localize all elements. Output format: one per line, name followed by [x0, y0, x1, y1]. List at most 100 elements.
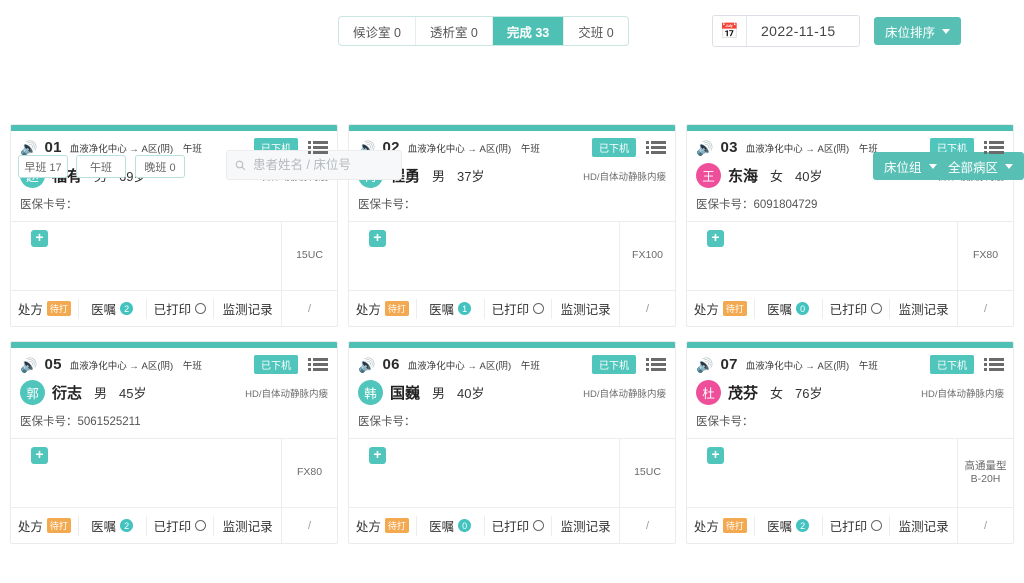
card-body: + 处方 待打 医嘱 0 已打印 监测记	[349, 438, 675, 543]
insurance-row: 医保卡号：	[349, 405, 675, 429]
patient-card[interactable]: 🔊 05 血液净化中心 → A区(阴) 午班 已下机 郭 衍志 男 45岁 HD…	[10, 341, 338, 544]
prescription-action[interactable]: 处方 待打	[11, 298, 79, 319]
monitor-record-action[interactable]: 监测记录	[552, 299, 619, 319]
insurance-row: 医保卡号：	[687, 405, 1013, 429]
insurance-row: 医保卡号：	[11, 188, 337, 212]
status-badge: 已下机	[592, 355, 636, 374]
insurance-label: 医保卡号：	[696, 416, 754, 428]
add-button[interactable]: +	[369, 447, 386, 464]
monitor-record-label: 监测记录	[560, 303, 611, 317]
status-tab-1[interactable]: 透析室 0	[416, 17, 493, 45]
prescription-status-tag: 待打	[384, 301, 409, 316]
monitor-record-action[interactable]: 监测记录	[552, 516, 619, 536]
printed-action[interactable]: 已打印	[147, 515, 215, 536]
add-button[interactable]: +	[369, 230, 386, 247]
monitor-record-action[interactable]: 监测记录	[890, 299, 957, 319]
patient-age: 40岁	[457, 386, 485, 401]
list-menu-icon[interactable]	[984, 141, 1004, 154]
shift-chip-noon[interactable]: 午班	[76, 155, 126, 178]
orders-action[interactable]: 医嘱 2	[79, 515, 147, 536]
status-tab-0[interactable]: 候诊室 0	[339, 17, 416, 45]
shift-text: 午班	[182, 143, 202, 155]
prescription-action[interactable]: 处方 待打	[349, 515, 417, 536]
add-button[interactable]: +	[31, 230, 48, 247]
prescription-status-tag: 待打	[384, 518, 409, 533]
card-actions: 处方 待打 医嘱 2 已打印 监测记录	[11, 507, 281, 543]
search-input[interactable]	[253, 158, 393, 172]
date-value[interactable]: 2022-11-15	[747, 23, 859, 39]
monitor-record-label: 监测记录	[898, 520, 949, 534]
monitor-record-label: 监测记录	[222, 303, 273, 317]
search-box[interactable]	[226, 150, 402, 180]
monitor-record-action[interactable]: 监测记录	[214, 516, 281, 536]
patient-age: 37岁	[457, 169, 485, 184]
treatment-route: 血液净化中心 → A区(阴) 午班	[70, 141, 202, 155]
card-body-right: FX80 /	[282, 439, 337, 543]
prescription-action[interactable]: 处方 待打	[349, 298, 417, 319]
patient-card[interactable]: 🔊 07 血液净化中心 → A区(阴) 午班 已下机 杜 茂芬 女 76岁 HD…	[686, 341, 1014, 544]
printed-action[interactable]: 已打印	[823, 515, 891, 536]
orders-action[interactable]: 医嘱 2	[79, 298, 147, 319]
route-text: 血液净化中心 → A区(阴)	[407, 360, 512, 372]
status-segmented-control[interactable]: 候诊室 0 透析室 0 完成 33 交班 0	[338, 16, 629, 46]
dialyzer-secondary-value: /	[958, 290, 1013, 326]
printed-action[interactable]: 已打印	[823, 298, 891, 319]
orders-count-badge: 2	[120, 519, 134, 532]
prescription-action[interactable]: 处方 待打	[11, 515, 79, 536]
card-actions: 处方 待打 医嘱 2 已打印 监测记录	[11, 290, 281, 326]
add-area: +	[11, 222, 281, 290]
ward-filter-button[interactable]: 全部病区	[937, 152, 1024, 180]
bed-number: 05	[44, 356, 62, 373]
orders-label: 医嘱	[429, 520, 455, 534]
dialyzer-secondary-value: /	[620, 290, 675, 326]
date-picker[interactable]: 📅 2022-11-15	[712, 15, 860, 47]
prescription-action[interactable]: 处方 待打	[687, 298, 755, 319]
orders-action[interactable]: 医嘱 1	[417, 298, 485, 319]
list-menu-icon[interactable]	[984, 358, 1004, 371]
bed-number: 06	[382, 356, 400, 373]
dialyzer-model: 高通量型B-20H	[964, 459, 1007, 485]
insurance-label: 医保卡号：	[358, 199, 416, 211]
printed-label: 已打印	[491, 303, 530, 317]
monitor-record-label: 监测记录	[898, 303, 949, 317]
add-button[interactable]: +	[707, 447, 724, 464]
list-menu-icon[interactable]	[646, 141, 666, 154]
orders-action[interactable]: 医嘱 2	[755, 515, 823, 536]
list-menu-icon[interactable]	[308, 141, 328, 154]
patient-age: 40岁	[795, 169, 823, 184]
orders-action[interactable]: 医嘱 0	[755, 298, 823, 319]
add-button[interactable]: +	[707, 230, 724, 247]
prescription-label: 处方	[355, 520, 381, 534]
speaker-icon[interactable]: 🔊	[358, 358, 375, 372]
shift-chip-morning[interactable]: 早班 17	[18, 155, 68, 178]
printed-action[interactable]: 已打印	[485, 515, 553, 536]
orders-action[interactable]: 医嘱 0	[417, 515, 485, 536]
list-menu-icon[interactable]	[308, 358, 328, 371]
list-menu-icon[interactable]	[646, 358, 666, 371]
monitor-record-action[interactable]: 监测记录	[890, 516, 957, 536]
route-text: 血液净化中心 → A区(阴)	[745, 143, 850, 155]
prescription-action[interactable]: 处方 待打	[687, 515, 755, 536]
shift-chip-evening[interactable]: 晚班 0	[135, 155, 185, 178]
printed-label: 已打印	[153, 520, 192, 534]
speaker-icon[interactable]: 🔊	[20, 141, 37, 155]
speaker-icon[interactable]: 🔊	[20, 358, 37, 372]
orders-count-badge: 0	[458, 519, 472, 532]
printed-action[interactable]: 已打印	[147, 298, 215, 319]
printed-action[interactable]: 已打印	[485, 298, 553, 319]
orders-label: 医嘱	[767, 520, 793, 534]
patient-card[interactable]: 🔊 06 血液净化中心 → A区(阴) 午班 已下机 韩 国巍 男 40岁 HD…	[348, 341, 676, 544]
route-text: 血液净化中心 → A区(阴)	[407, 143, 512, 155]
bed-sort-button[interactable]: 床位排序	[874, 17, 962, 45]
patient-info-row: 郭 衍志 男 45岁 HD/自体动静脉内瘘	[11, 376, 337, 405]
monitor-record-action[interactable]: 监测记录	[214, 299, 281, 319]
treatment-route: 血液净化中心 → A区(阴) 午班	[408, 141, 540, 155]
printed-label: 已打印	[829, 520, 868, 534]
prescription-label: 处方	[693, 520, 719, 534]
status-tab-2[interactable]: 完成 33	[492, 17, 565, 45]
speaker-icon[interactable]: 🔊	[696, 358, 713, 372]
card-body: + 处方 待打 医嘱 2 已打印 监测记	[687, 438, 1013, 543]
add-button[interactable]: +	[31, 447, 48, 464]
speaker-icon[interactable]: 🔊	[696, 141, 713, 155]
status-tab-3[interactable]: 交班 0	[564, 17, 627, 45]
